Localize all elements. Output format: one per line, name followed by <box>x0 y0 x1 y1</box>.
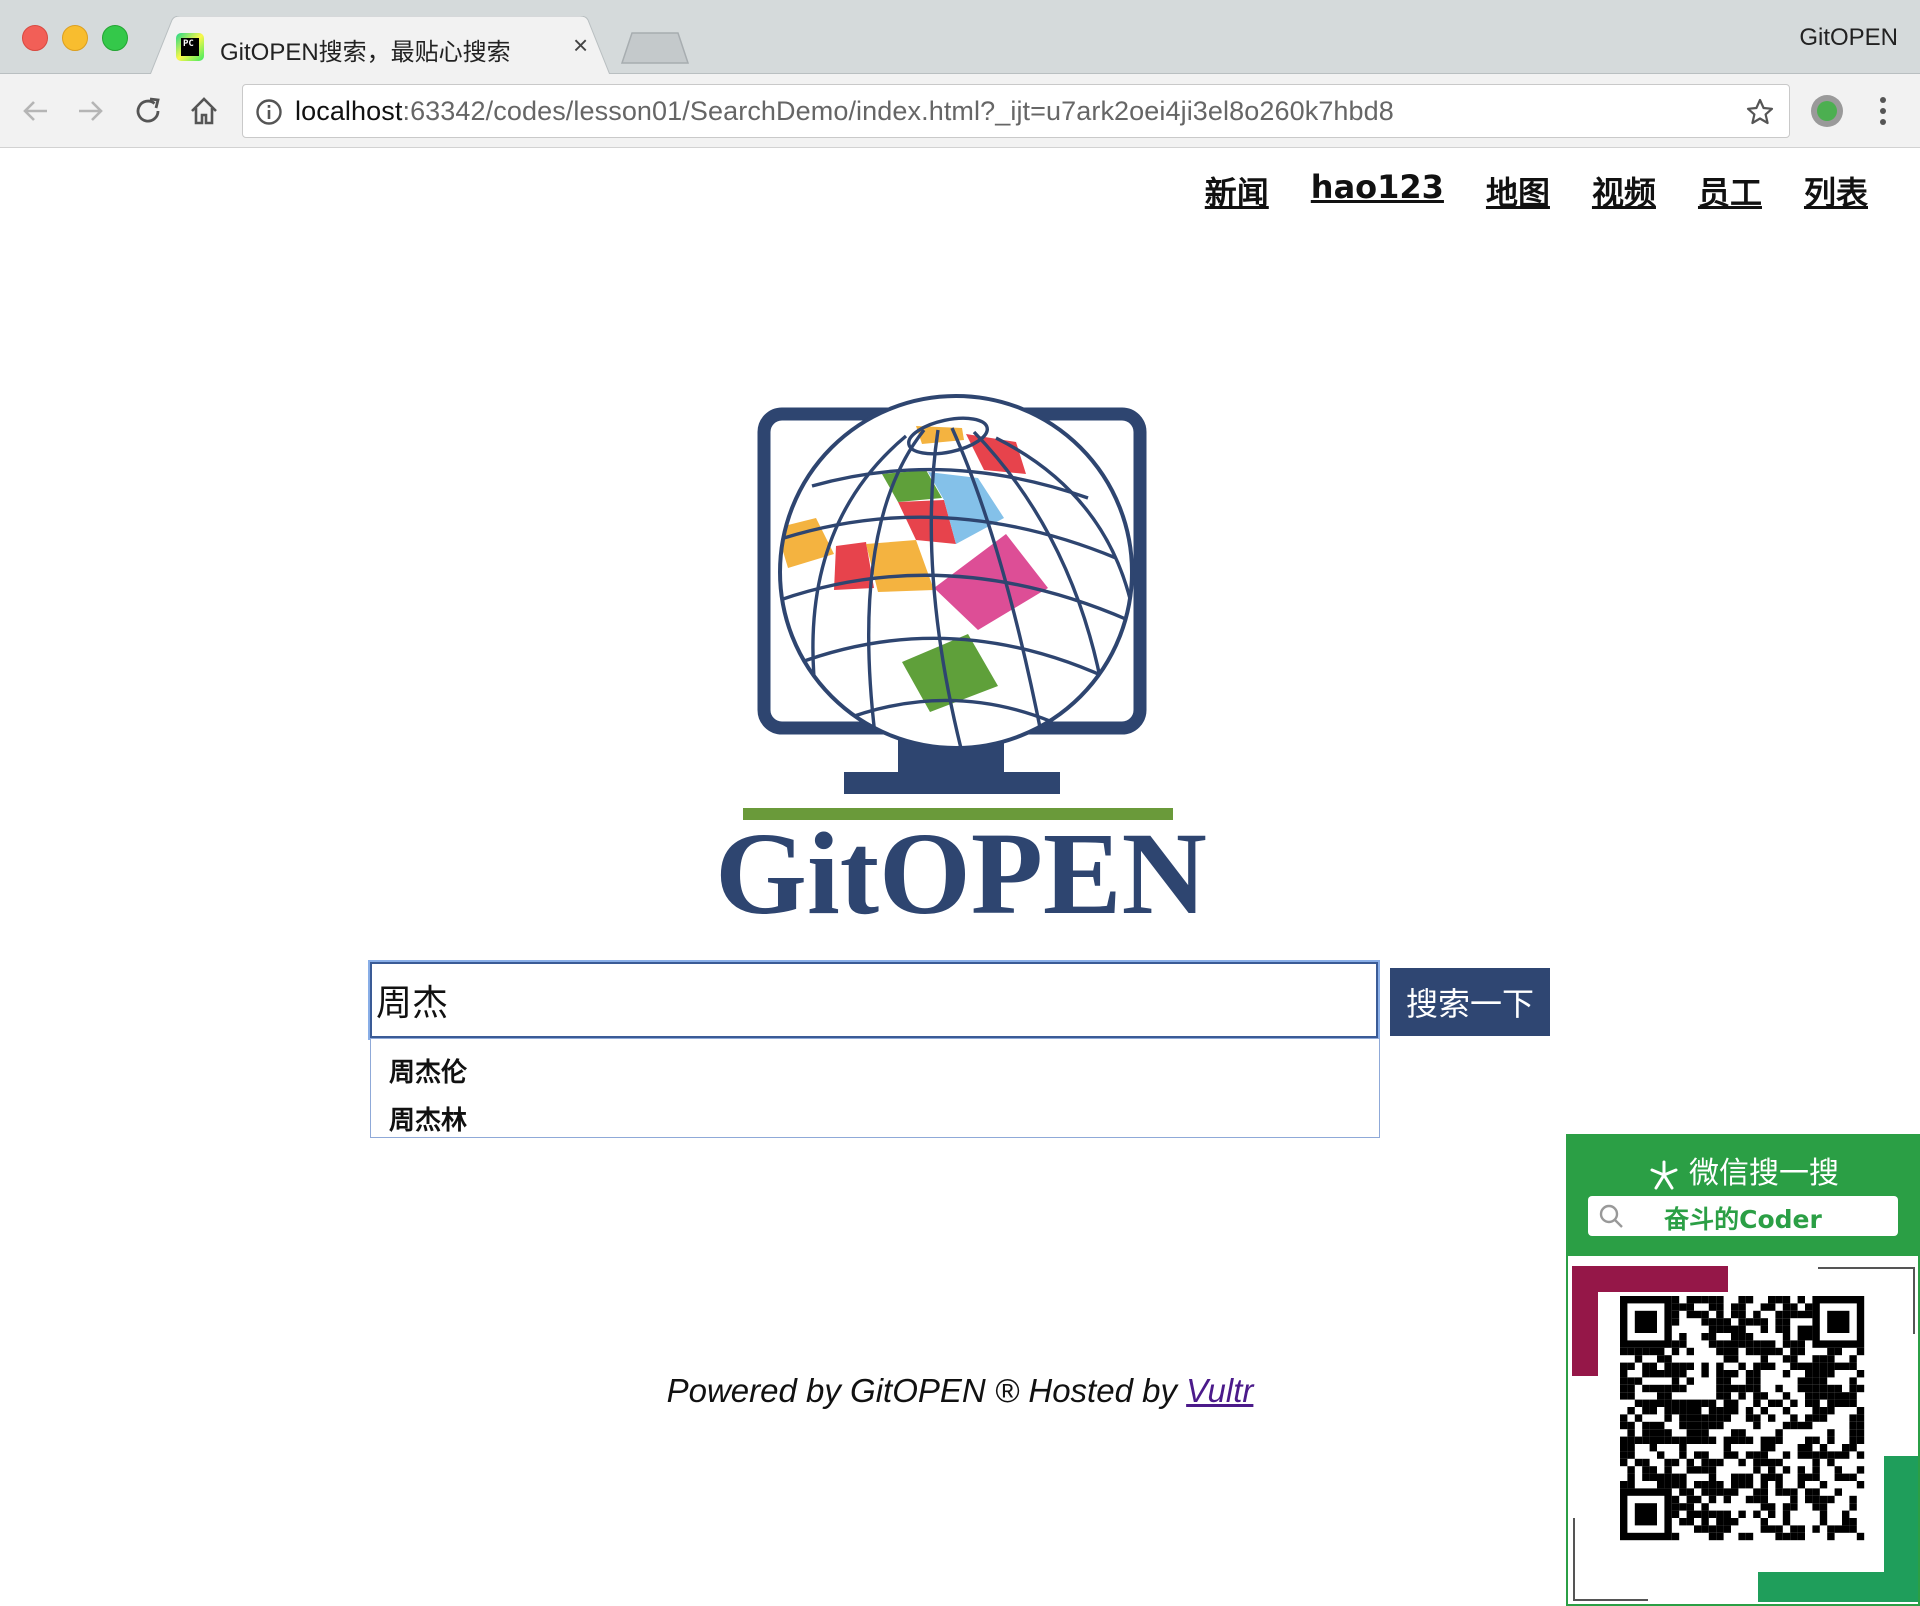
home-icon <box>191 97 217 125</box>
wechat-search-box[interactable]: 奋斗的Coder <box>1588 1196 1898 1236</box>
forward-button[interactable] <box>72 93 108 129</box>
nav-link-staff[interactable]: 员工 <box>1698 168 1762 214</box>
back-button[interactable] <box>18 93 54 129</box>
wechat-search-icon <box>1650 1160 1678 1189</box>
reload-button[interactable] <box>130 93 166 129</box>
wechat-account-name: 奋斗的Coder <box>1664 1205 1822 1234</box>
qr-finder <box>1634 1310 1657 1333</box>
nav-link-map[interactable]: 地图 <box>1486 168 1550 214</box>
qr-finder <box>1634 1503 1657 1526</box>
search-button[interactable]: 搜索一下 <box>1390 968 1550 1036</box>
qr-finder <box>1827 1310 1850 1333</box>
info-icon[interactable] <box>255 98 283 126</box>
window-maximize-button[interactable] <box>102 25 128 51</box>
browser-toolbar: localhost:63342/codes/lesson01/SearchDem… <box>0 74 1920 148</box>
qr-modules <box>1620 1296 1865 1541</box>
vultr-link[interactable]: Vultr <box>1186 1372 1253 1409</box>
gitopen-logo: GitOPEN <box>716 394 1206 918</box>
window-close-button[interactable] <box>22 25 48 51</box>
suggestion-item[interactable]: 周杰林 <box>371 1097 1379 1145</box>
footer-text: Powered by GitOPEN ® Hosted by <box>666 1372 1187 1409</box>
wechat-title-text: 微信搜一搜 <box>1689 1156 1839 1191</box>
top-navigation: 新闻 hao123 地图 视频 员工 列表 <box>1205 168 1868 214</box>
nav-link-news[interactable]: 新闻 <box>1205 168 1269 214</box>
url-path: :63342/codes/lesson01/SearchDemo/index.h… <box>402 96 1394 126</box>
tab-title: GitOPEN搜索，最贴心搜索 <box>220 39 511 66</box>
search-input[interactable] <box>368 960 1380 1040</box>
window-title: GitOPEN <box>1799 24 1898 51</box>
home-button[interactable] <box>186 93 222 129</box>
url-host: localhost <box>295 96 403 126</box>
pycharm-favicon-icon: PC <box>176 33 204 61</box>
nav-link-list[interactable]: 列表 <box>1804 168 1868 214</box>
bookmark-star-icon[interactable] <box>1745 97 1775 127</box>
address-url: localhost:63342/codes/lesson01/SearchDem… <box>295 96 1394 127</box>
nav-link-video[interactable]: 视频 <box>1592 168 1656 214</box>
suggestion-dropdown: 周杰伦 周杰林 <box>370 1038 1380 1138</box>
suggestion-item[interactable]: 周杰伦 <box>371 1049 1379 1097</box>
active-tab[interactable]: PC GitOPEN搜索，最贴心搜索 × <box>150 16 610 75</box>
extension-icon[interactable] <box>1811 95 1843 127</box>
kebab-menu-icon[interactable] <box>1868 94 1898 128</box>
arrow-right-icon <box>79 101 103 121</box>
new-tab-button[interactable] <box>620 31 690 65</box>
qr-code-image <box>1572 1266 1918 1602</box>
logo-wordmark: GitOPEN <box>716 808 1206 918</box>
address-bar[interactable]: localhost:63342/codes/lesson01/SearchDem… <box>242 84 1790 138</box>
globe-icon <box>778 394 1134 750</box>
nav-link-hao123[interactable]: hao123 <box>1311 168 1444 214</box>
window-minimize-button[interactable] <box>62 25 88 51</box>
wechat-widget: 微信搜一搜 奋斗的Coder <box>1566 1134 1920 1606</box>
wechat-title: 微信搜一搜 <box>1568 1148 1918 1192</box>
reload-icon <box>136 97 160 123</box>
arrow-left-icon <box>23 101 47 121</box>
browser-tab-bar: PC GitOPEN搜索，最贴心搜索 × GitOPEN <box>0 0 1920 75</box>
tab-close-icon[interactable]: × <box>573 32 588 58</box>
wechat-header: 微信搜一搜 奋斗的Coder <box>1568 1136 1918 1256</box>
